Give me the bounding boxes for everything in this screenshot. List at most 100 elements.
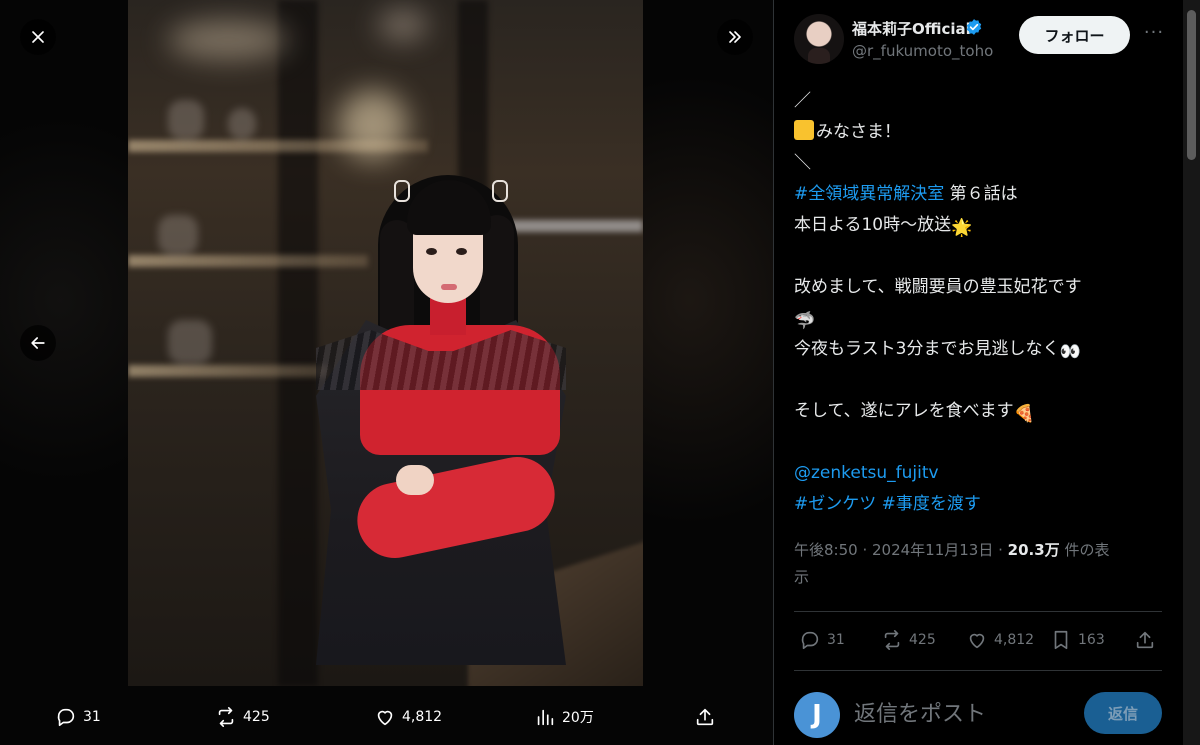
media-like-count: 4,812 bbox=[402, 709, 443, 725]
eyes-emoji: 👀 bbox=[1059, 342, 1081, 362]
media-reply-button[interactable]: 31 bbox=[55, 704, 101, 730]
reply-submit-button[interactable]: 返信 bbox=[1084, 692, 1162, 734]
tweet-photo[interactable] bbox=[128, 0, 643, 686]
follow-button[interactable]: フォロー bbox=[1019, 16, 1130, 54]
bg-light bbox=[378, 10, 428, 40]
more-options-button[interactable]: ··· bbox=[1140, 22, 1168, 46]
expand-panel-button[interactable] bbox=[717, 19, 753, 55]
mention-link[interactable]: @zenketsu_fujitv bbox=[794, 463, 939, 483]
tweet-panel: 福本莉子Official @r_fukumoto_toho フォロー ··· ／… bbox=[773, 0, 1200, 745]
bg-shelf bbox=[128, 255, 368, 267]
reply-composer: J 返信 bbox=[794, 690, 1164, 740]
tweet-line: みなさま！ bbox=[794, 117, 1174, 148]
media-views-count: 20万 bbox=[562, 710, 594, 726]
bg-light bbox=[168, 20, 288, 60]
scrollbar-thumb[interactable] bbox=[1187, 10, 1196, 160]
hashtag-link[interactable]: #事度を渡す bbox=[882, 494, 981, 514]
divider bbox=[794, 670, 1162, 671]
divider bbox=[794, 611, 1162, 612]
author-name[interactable]: 福本莉子Official bbox=[852, 18, 971, 39]
repost-count: 425 bbox=[909, 632, 936, 648]
tweet-text: ／ みなさま！ ＼ #全領域異常解決室 第６話は 本日よる10時～放送🌟 改めま… bbox=[794, 86, 1174, 520]
views-count: 20.3万 bbox=[1007, 541, 1060, 559]
heart-icon bbox=[377, 710, 393, 726]
author-avatar[interactable] bbox=[794, 14, 844, 64]
tweet-line: 今夜もラスト3分までお見逃しなく👀 bbox=[794, 334, 1174, 365]
tweet-date[interactable]: 2024年11月13日 bbox=[872, 541, 993, 559]
reply-icon bbox=[57, 708, 75, 727]
close-icon bbox=[32, 31, 44, 43]
figure-hair-ribbon bbox=[492, 180, 508, 202]
author-handle[interactable]: @r_fukumoto_toho bbox=[852, 42, 993, 60]
bg-shelf bbox=[498, 220, 643, 232]
bookmark-count: 163 bbox=[1078, 632, 1105, 648]
like-count: 4,812 bbox=[994, 632, 1035, 648]
shark-emoji: 🦈 bbox=[794, 311, 816, 331]
reply-count: 31 bbox=[827, 632, 845, 648]
bg-jar bbox=[228, 108, 256, 140]
bar-chart-icon bbox=[537, 709, 554, 726]
tweet-line: 🦈 bbox=[794, 303, 1174, 334]
bg-jar bbox=[168, 100, 204, 140]
tweet-line-text: みなさま！ bbox=[816, 122, 901, 142]
figure-hand bbox=[396, 465, 434, 495]
media-action-bar: 31 425 4,812 20万 bbox=[0, 690, 773, 745]
repost-icon bbox=[884, 630, 900, 650]
verified-badge-icon bbox=[966, 19, 982, 35]
media-views-button[interactable]: 20万 bbox=[534, 704, 594, 730]
bookmark-button[interactable]: 163 bbox=[1050, 629, 1105, 651]
figure-eye bbox=[456, 248, 467, 255]
repost-button[interactable]: 425 bbox=[881, 629, 936, 651]
tweet-line: 本日よる10時～放送🌟 bbox=[794, 210, 1174, 241]
reply-button[interactable]: 31 bbox=[799, 629, 845, 651]
tweet-line: そして、遂にアレを食べます🍕 bbox=[794, 396, 1174, 427]
media-reply-count: 31 bbox=[83, 709, 101, 725]
reply-icon bbox=[801, 631, 819, 650]
views-label: 件の表 bbox=[1059, 541, 1110, 559]
media-repost-button[interactable]: 425 bbox=[215, 704, 270, 730]
tweet-time[interactable]: 午後8:50 bbox=[794, 541, 858, 559]
bg-light bbox=[338, 90, 408, 160]
like-button[interactable]: 4,812 bbox=[966, 629, 1034, 651]
bg-pillar bbox=[278, 0, 318, 686]
hashtag-link[interactable]: #全領域異常解決室 bbox=[794, 184, 944, 204]
chevrons-right-icon bbox=[729, 31, 741, 43]
user-avatar[interactable]: J bbox=[794, 692, 840, 738]
scrollbar[interactable] bbox=[1183, 0, 1200, 745]
media-like-button[interactable]: 4,812 bbox=[374, 704, 442, 730]
figure-hair-ribbon bbox=[394, 180, 410, 202]
views-label-wrap: 示 bbox=[794, 568, 810, 586]
tweet-line: @zenketsu_fujitv bbox=[794, 458, 1174, 489]
repost-icon bbox=[218, 707, 234, 727]
tweet-action-bar: 31 425 4,812 163 bbox=[794, 625, 1162, 657]
reply-input[interactable] bbox=[854, 698, 1074, 730]
heart-icon bbox=[969, 633, 985, 649]
tweet-line: #全領域異常解決室 第６話は bbox=[794, 179, 1174, 210]
share-button[interactable] bbox=[1134, 629, 1156, 651]
tweet-line-text: そして、遂にアレを食べます bbox=[794, 401, 1014, 421]
bookmark-icon bbox=[1054, 630, 1068, 650]
share-icon bbox=[1136, 631, 1154, 649]
tweet-line: ＼ bbox=[794, 153, 811, 173]
media-share-button[interactable] bbox=[694, 704, 716, 730]
yellow-square-emoji bbox=[794, 120, 814, 140]
pizza-emoji: 🍕 bbox=[1013, 404, 1035, 424]
arrow-left-icon bbox=[31, 337, 45, 349]
close-button[interactable] bbox=[20, 19, 56, 55]
media-viewer: 31 425 4,812 20万 bbox=[0, 0, 773, 745]
author-header: 福本莉子Official @r_fukumoto_toho フォロー ··· bbox=[794, 14, 1164, 66]
tweet-line: #ゼンケツ #事度を渡す bbox=[794, 489, 1174, 520]
bg-jar bbox=[168, 320, 212, 364]
hashtag-link[interactable]: #ゼンケツ bbox=[794, 494, 876, 514]
bg-shelf bbox=[128, 365, 328, 377]
tweet-line-text: 今夜もラスト3分までお見逃しなく bbox=[794, 339, 1060, 359]
tweet-line: ／ bbox=[794, 91, 811, 111]
figure-lips bbox=[441, 284, 457, 290]
meta-separator: · bbox=[857, 541, 872, 559]
media-repost-count: 425 bbox=[243, 709, 270, 725]
previous-media-button[interactable] bbox=[20, 325, 56, 361]
tweet-line: 改めまして、戦闘要員の豊玉妃花です bbox=[794, 277, 1082, 297]
figure-eye bbox=[426, 248, 437, 255]
